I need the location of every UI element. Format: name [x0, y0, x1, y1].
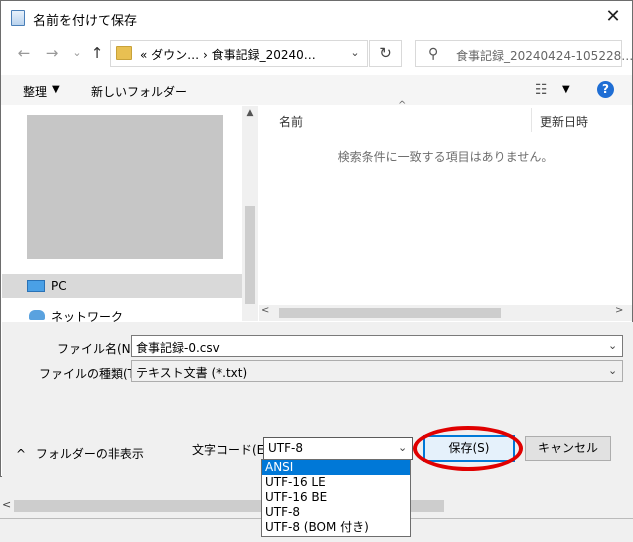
chevron-down-icon[interactable]: ⌄ [347, 44, 363, 62]
encoding-value[interactable]: UTF-8 [268, 441, 303, 455]
scroll-up-arrow-icon[interactable]: ▲ [242, 108, 258, 118]
filetype-value[interactable]: テキスト文書 (*.txt) [136, 364, 247, 381]
save-as-dialog: 名前を付けて保存 ✕ ← → ⌄ ↑ « ダウン… › 食事記録_20240… … [0, 0, 633, 477]
search-icon: ⚲ [428, 46, 439, 62]
new-folder-button[interactable]: 新しいフォルダー [91, 83, 187, 100]
chevron-down-icon[interactable]: ⌄ [608, 339, 617, 352]
encoding-dropdown-list: ANSI UTF-16 LE UTF-16 BE UTF-8 UTF-8 (BO… [261, 459, 411, 537]
nav-item-pc[interactable]: PC [2, 274, 242, 298]
scrollbar-thumb[interactable] [279, 308, 501, 318]
navigation-pane: PC ネットワーク ▲ [2, 106, 258, 324]
encoding-select[interactable]: UTF-8 ⌄ [263, 437, 413, 460]
dropdown-arrow-icon[interactable]: ▼ [52, 84, 60, 95]
title-bar: 名前を付けて保存 ✕ [1, 1, 632, 34]
address-path[interactable]: « ダウン… › 食事記録_20240… [140, 46, 316, 63]
scrollbar-thumb[interactable] [245, 206, 255, 304]
encoding-option-ansi[interactable]: ANSI [262, 460, 410, 475]
filetype-select[interactable]: テキスト文書 (*.txt) ⌄ [131, 360, 623, 382]
column-header-date[interactable]: 更新日時 [540, 113, 588, 130]
file-horizontal-scrollbar[interactable]: < > [259, 305, 632, 321]
filename-label: ファイル名(N): [57, 342, 140, 356]
filetype-label: ファイルの種類(T): [39, 367, 144, 381]
encoding-option-utf16le[interactable]: UTF-16 LE [262, 475, 410, 490]
scroll-left-arrow-icon[interactable]: < [261, 305, 269, 316]
chevron-up-icon: ^ [16, 447, 27, 461]
chevron-down-icon[interactable]: ⌄ [608, 364, 617, 377]
encoding-option-utf16be[interactable]: UTF-16 BE [262, 490, 410, 505]
red-highlight-annotation [413, 426, 523, 471]
notepad-icon [11, 10, 25, 26]
scroll-left-arrow-icon[interactable]: < [2, 498, 11, 511]
dialog-title: 名前を付けて保存 [33, 14, 138, 29]
help-icon[interactable]: ? [597, 81, 614, 98]
hide-folders-label: フォルダーの非表示 [35, 447, 144, 461]
back-arrow-icon[interactable]: ← [14, 43, 34, 63]
folder-icon [116, 46, 132, 60]
encoding-option-utf8[interactable]: UTF-8 [262, 505, 410, 520]
recent-locations-icon[interactable]: ⌄ [67, 43, 87, 63]
quick-access-thumbnail [27, 115, 223, 259]
address-bar[interactable]: « ダウン… › 食事記録_20240… ⌄ [110, 40, 368, 67]
chevron-down-icon[interactable]: ⌄ [398, 441, 407, 454]
close-button[interactable]: ✕ [599, 5, 627, 29]
save-form: ファイル名(N): 食事記録-0.csv ⌄ ファイルの種類(T): テキスト文… [2, 322, 633, 477]
nav-item-label: PC [51, 279, 67, 293]
refresh-button[interactable]: ↻ [369, 40, 402, 67]
encoding-label: 文字コード(E): [192, 443, 273, 457]
search-input[interactable]: 食事記録_20240424-105228… [456, 47, 633, 64]
search-box[interactable]: ⚲ 食事記録_20240424-105228… [415, 40, 633, 67]
nav-vertical-scrollbar[interactable]: ▲ [242, 106, 258, 304]
encoding-option-utf8-bom[interactable]: UTF-8 (BOM 付き) [262, 520, 410, 535]
view-options-icon[interactable]: ☷ [535, 82, 548, 98]
column-divider[interactable] [531, 108, 532, 132]
filename-input[interactable]: 食事記録-0.csv [136, 339, 220, 356]
empty-list-message: 検索条件に一致する項目はありません。 [337, 150, 554, 164]
filename-field[interactable]: 食事記録-0.csv ⌄ [131, 335, 623, 357]
cancel-button[interactable]: キャンセル [525, 436, 611, 461]
sort-indicator-icon: ^ [398, 100, 407, 111]
toolbar: 整理 ▼ 新しいフォルダー ☷ ▼ ? [1, 75, 632, 105]
computer-icon [27, 280, 45, 292]
network-icon [29, 310, 45, 320]
hide-folders-button[interactable]: ^ フォルダーの非表示 [16, 445, 144, 462]
forward-arrow-icon[interactable]: → [42, 43, 62, 63]
scroll-right-arrow-icon[interactable]: > [615, 305, 623, 316]
organize-button[interactable]: 整理 [23, 83, 47, 100]
up-arrow-icon[interactable]: ↑ [87, 43, 107, 63]
scrollbar-corner [242, 304, 258, 321]
column-header-name[interactable]: 名前 [279, 113, 303, 130]
file-list: 名前 ^ 更新日時 検索条件に一致する項目はありません。 < > [259, 100, 632, 321]
dropdown-arrow-icon[interactable]: ▼ [562, 84, 570, 95]
